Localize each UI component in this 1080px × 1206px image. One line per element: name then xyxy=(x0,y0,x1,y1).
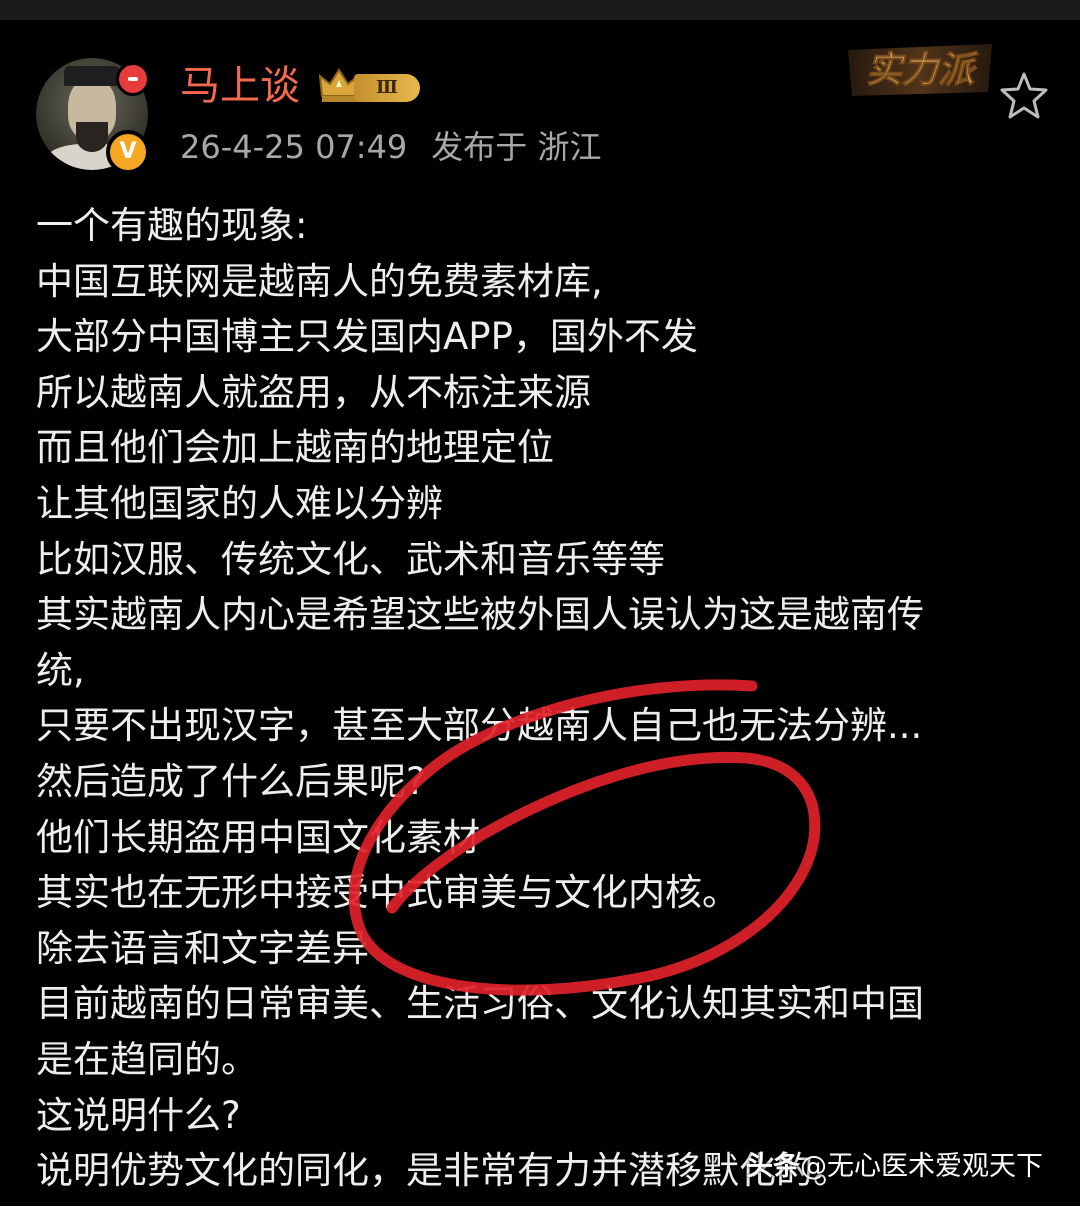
post-text-line: 目前越南的日常审美、生活习俗、文化认知其实和中国 xyxy=(36,982,924,1026)
post-text-line: 他们长期盗用中国文化素材 xyxy=(36,815,480,859)
post-text-line: 除去语言和文字差异 xyxy=(36,926,369,970)
avatar-beard xyxy=(76,122,108,152)
post-text-line: 统, xyxy=(36,648,85,692)
author-name[interactable]: 马上谈 xyxy=(180,58,300,114)
watermark-handle: @无心医术爱观天下 xyxy=(800,1151,1043,1182)
star-outline-icon[interactable] xyxy=(998,70,1050,122)
level-badge: Ⅲ xyxy=(318,66,424,106)
post-text-line: 中国互联网是越南人的免费素材库, xyxy=(36,259,603,303)
post-text-line: 其实越南人内心是希望这些被外国人误认为这是越南传 xyxy=(36,593,924,637)
post-text-line: 是在趋同的。 xyxy=(36,1037,258,1081)
post-text-line: 一个有趣的现象: xyxy=(36,204,308,247)
post-text-line: 比如汉服、传统文化、武术和音乐等等 xyxy=(36,537,665,581)
achievement-badge: 实力派 xyxy=(848,44,992,96)
post-body: 一个有趣的现象: 中国互联网是越南人的免费素材库, 大部分中国博主只发国内APP… xyxy=(36,198,1052,1199)
post-text-line: 所以越南人就盗用，从不标注来源 xyxy=(36,370,591,414)
post-text-line: 大部分中国博主只发国内APP，国外不发 xyxy=(36,315,698,359)
source-watermark: 头条@无心医术爱观天下 xyxy=(746,1148,1043,1186)
post-text-line: 只要不出现汉字，甚至大部分越南人自己也无法分辨... xyxy=(36,704,923,748)
post-meta: 26-4-25 07:49 发布于 浙江 xyxy=(180,124,601,170)
avatar-hat xyxy=(64,66,120,86)
post-text-line: 然后造成了什么后果呢? xyxy=(36,759,426,803)
verified-v-icon: V xyxy=(106,130,150,174)
post-text-line: 让其他国家的人难以分辨 xyxy=(36,481,443,525)
top-edge-strip xyxy=(0,0,1080,20)
watermark-logo: 头条 xyxy=(746,1151,800,1182)
post-text-line: 其实也在无形中接受中式审美与文化内核。 xyxy=(36,871,739,915)
post-text-line: 而且他们会加上越南的地理定位 xyxy=(36,426,554,470)
post-text-line: 这说明什么? xyxy=(36,1093,241,1137)
post-datetime: 26-4-25 07:49 xyxy=(180,128,408,166)
achievement-badge-text: 实力派 xyxy=(866,49,979,91)
post-location: 发布于 浙江 xyxy=(431,128,602,166)
live-status-icon xyxy=(116,62,150,96)
level-label: Ⅲ xyxy=(354,74,420,102)
